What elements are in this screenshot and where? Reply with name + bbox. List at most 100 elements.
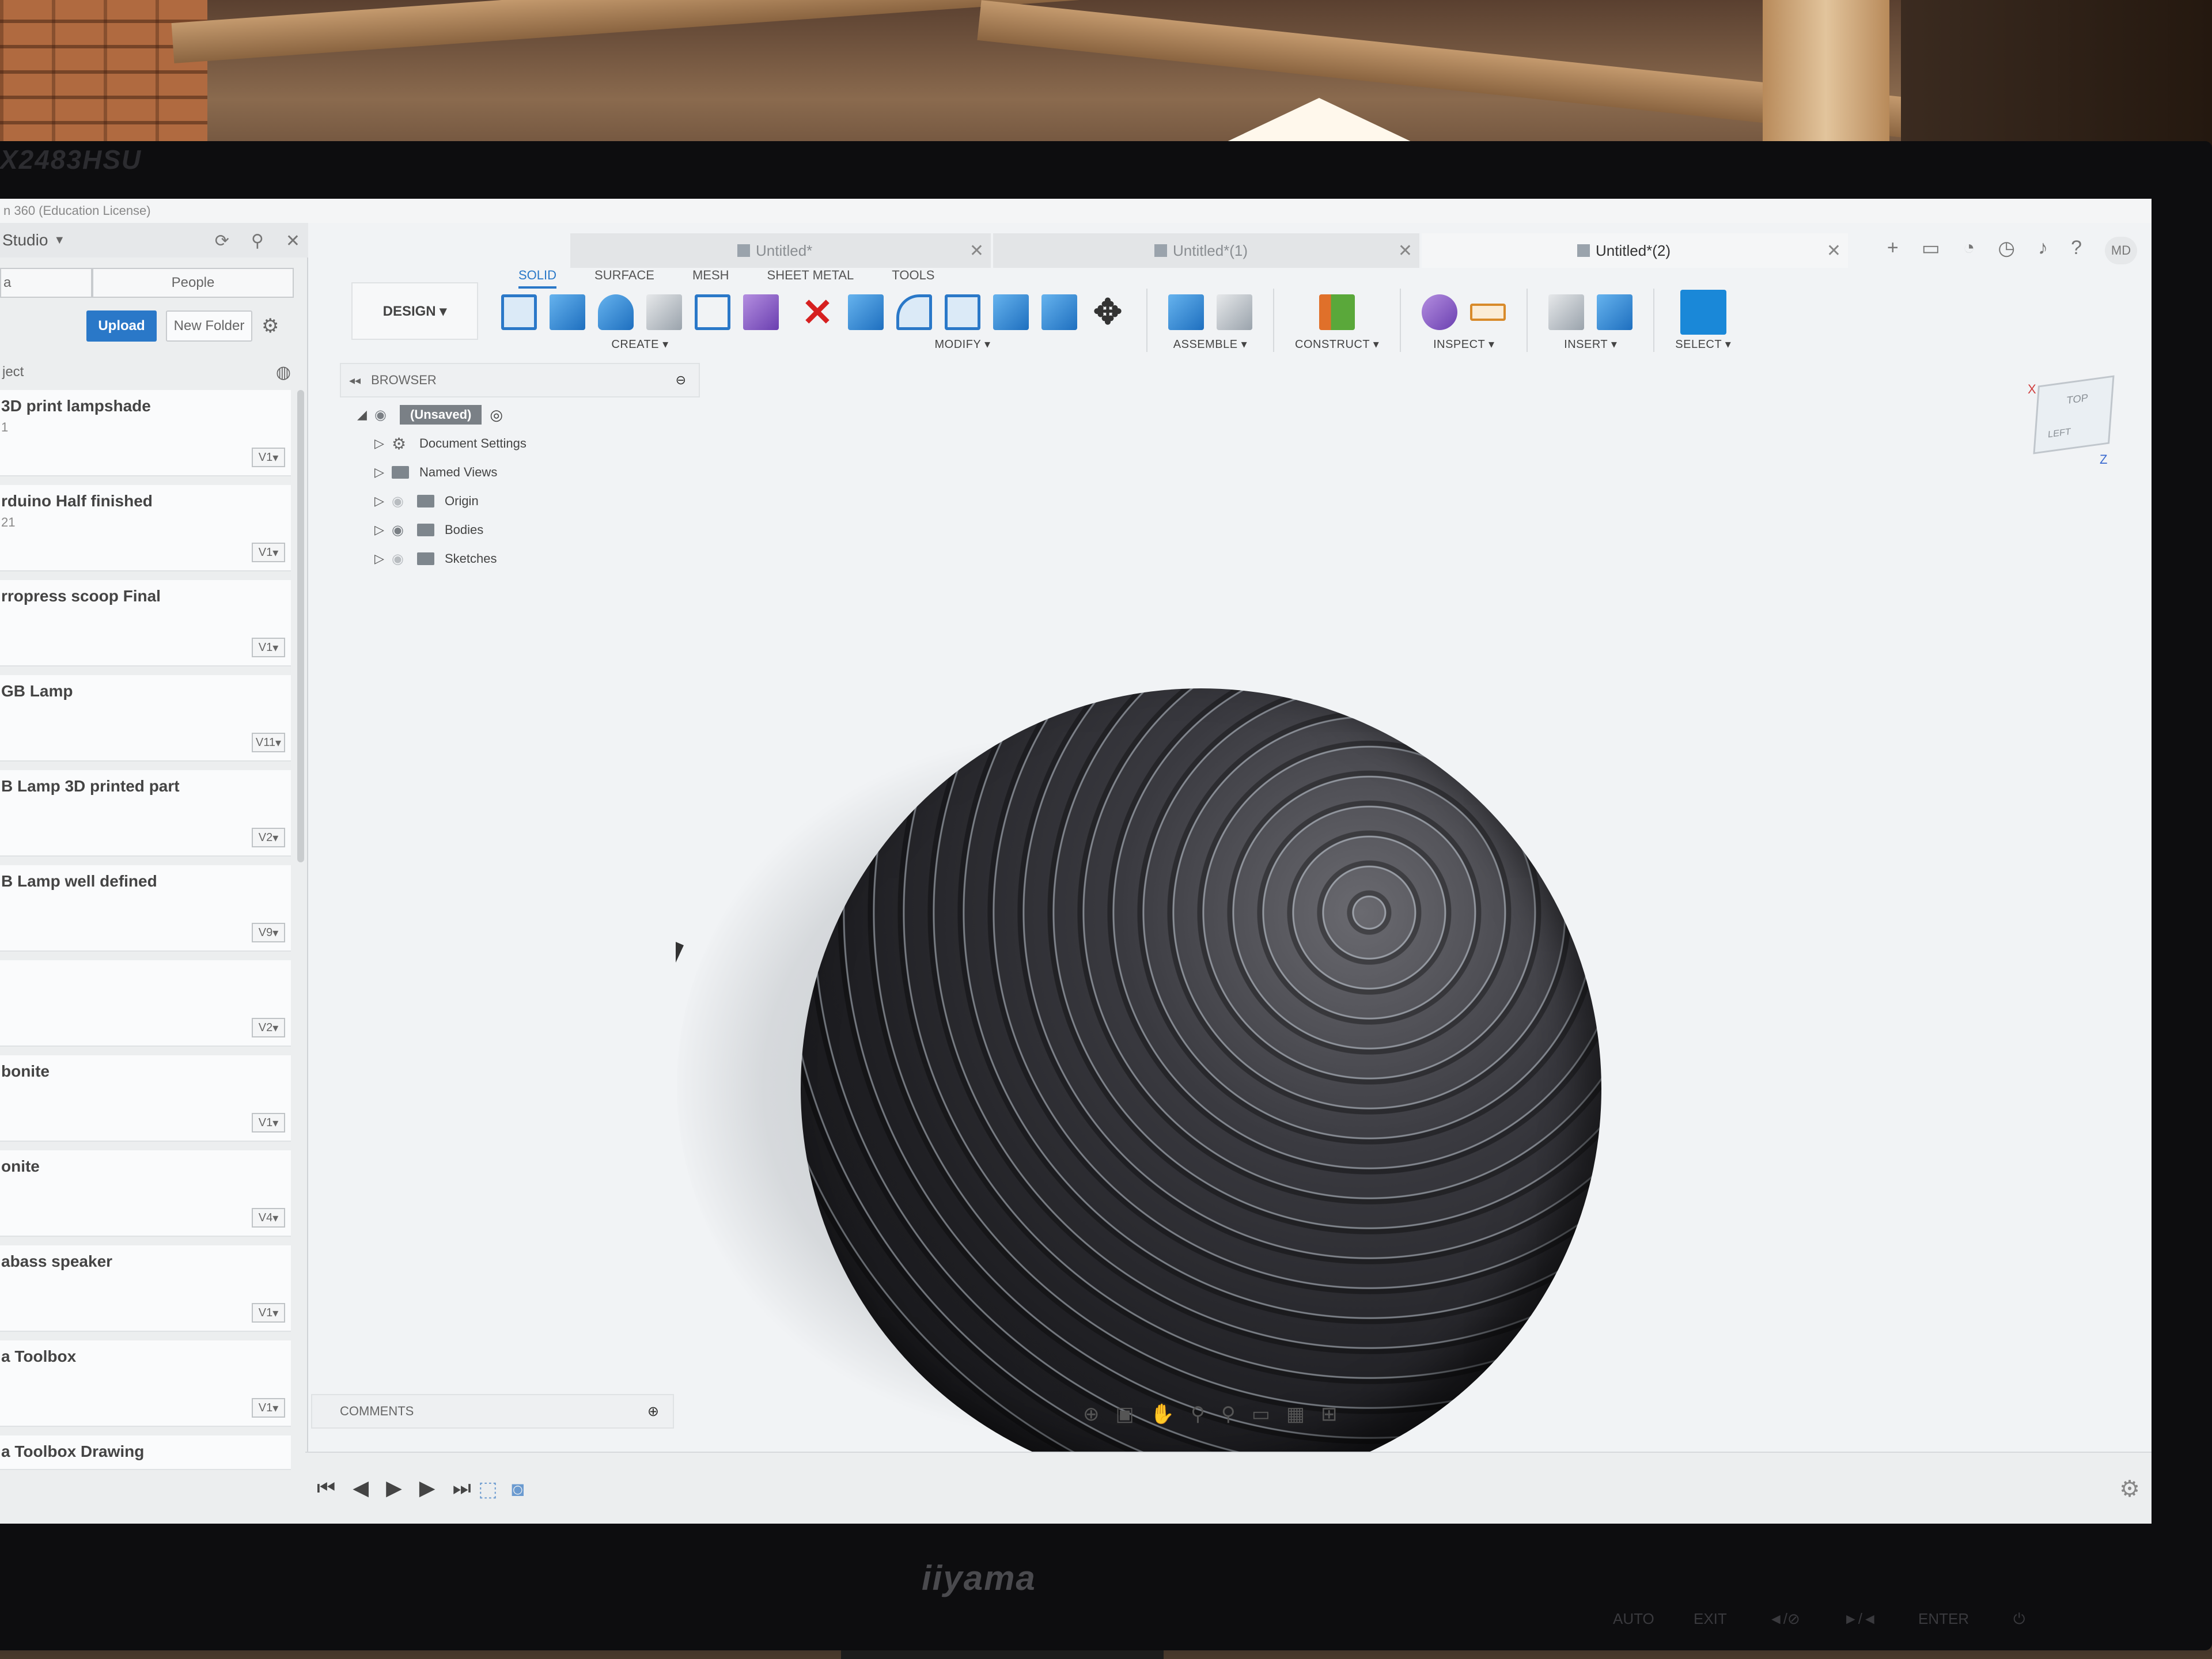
play-icon[interactable]: ▶ <box>386 1476 402 1501</box>
bell-icon[interactable]: ♪ <box>2038 237 2048 264</box>
file-item[interactable]: a Toolbox V1 ▾ <box>0 1340 291 1427</box>
insert-derive-icon[interactable] <box>1548 294 1585 330</box>
file-item[interactable]: onite V4 ▾ <box>0 1150 291 1237</box>
tree-node-document-settings[interactable]: ▷ ⚙ Document Settings <box>357 429 527 458</box>
avatar[interactable]: MD <box>2105 237 2137 264</box>
new-folder-button[interactable]: New Folder <box>166 310 252 342</box>
joint-icon[interactable] <box>1217 294 1252 330</box>
workspace-dropdown[interactable]: DESIGN ▾ <box>351 282 478 340</box>
version-dropdown[interactable]: V4 ▾ <box>252 1208 285 1228</box>
select-icon[interactable] <box>1680 290 1726 335</box>
revolve-icon[interactable] <box>598 294 634 330</box>
form-icon[interactable] <box>743 294 779 330</box>
close-icon[interactable]: ✕ <box>1827 241 1841 261</box>
activate-radio-icon[interactable]: ◎ <box>490 406 503 424</box>
viewports-icon[interactable]: ⊞ <box>1321 1403 1338 1426</box>
display-settings-icon[interactable]: ▭ <box>1252 1403 1270 1426</box>
pan-hand-icon[interactable]: ✋ <box>1150 1403 1175 1426</box>
close-icon[interactable]: ✕ <box>286 231 300 251</box>
form-feature-icon[interactable]: ◙ <box>512 1477 524 1501</box>
tree-node-origin[interactable]: ▷ ◉ Origin <box>357 487 527 516</box>
move-icon[interactable]: ✥ <box>1090 293 1126 331</box>
pin-icon[interactable]: ⊖ <box>676 373 686 388</box>
expand-triangle-icon[interactable]: ◢ <box>357 407 374 422</box>
version-dropdown[interactable]: V9 ▾ <box>252 923 285 942</box>
upload-button[interactable]: Upload <box>86 310 157 342</box>
canvas-viewport[interactable]: TOP LEFT X Z <box>308 343 2152 1524</box>
visibility-eye-icon[interactable]: ◉ <box>392 551 417 567</box>
gear-icon[interactable]: ⚙ <box>2119 1476 2140 1502</box>
file-item[interactable]: rropress scoop Final V1 ▾ <box>0 580 291 666</box>
tab-data[interactable]: a <box>0 268 92 298</box>
close-icon[interactable]: ✕ <box>1398 241 1412 261</box>
look-at-icon[interactable]: ▣ <box>1116 1403 1134 1426</box>
shell-icon[interactable] <box>993 294 1029 330</box>
expand-triangle-icon[interactable]: ▷ <box>374 522 392 537</box>
tab-people[interactable]: People <box>92 268 294 298</box>
expand-triangle-icon[interactable]: ▷ <box>374 551 392 566</box>
version-dropdown[interactable]: V1 ▾ <box>252 1398 285 1418</box>
job-status-icon[interactable]: ◔ <box>1963 237 1975 264</box>
file-item[interactable]: V2 ▾ <box>0 960 291 1047</box>
tree-node-named-views[interactable]: ▷ Named Views <box>357 458 527 487</box>
globe-icon[interactable]: ◍ <box>276 362 291 382</box>
delete-icon[interactable]: ✕ <box>800 291 835 334</box>
sketch-feature-icon[interactable]: ⬚ <box>478 1477 498 1501</box>
search-icon[interactable]: ⚲ <box>251 231 264 251</box>
tab-untitled-2[interactable]: Untitled*(2) ✕ <box>1422 233 1848 268</box>
file-item[interactable]: B Lamp well defined V9 ▾ <box>0 865 291 952</box>
clock-icon[interactable]: ◷ <box>1998 237 2015 264</box>
go-to-end-icon[interactable]: ⏭ <box>452 1476 471 1501</box>
collapse-icon[interactable]: ◂◂ <box>349 373 361 388</box>
step-back-icon[interactable]: ◀ <box>353 1476 369 1501</box>
chamfer-icon[interactable] <box>945 294 980 330</box>
gear-icon[interactable]: ⚙ <box>262 315 279 338</box>
ribbed-sphere-body[interactable] <box>801 688 1601 1489</box>
expand-triangle-icon[interactable]: ▷ <box>374 436 392 451</box>
expand-triangle-icon[interactable]: ▷ <box>374 494 392 509</box>
version-dropdown[interactable]: V11 ▾ <box>252 733 285 752</box>
tab-surface[interactable]: SURFACE <box>594 268 654 289</box>
tab-mesh[interactable]: MESH <box>692 268 729 289</box>
expand-triangle-icon[interactable]: ▷ <box>374 465 392 480</box>
tab-untitled-1[interactable]: Untitled*(1) ✕ <box>993 233 1419 268</box>
view-cube[interactable]: TOP LEFT <box>2033 375 2115 454</box>
interference-icon[interactable] <box>1422 294 1458 330</box>
offset-plane-icon[interactable] <box>1319 294 1355 330</box>
add-comment-icon[interactable]: ⊕ <box>647 1403 659 1420</box>
file-item[interactable]: abass speaker V1 ▾ <box>0 1245 291 1332</box>
zoom-window-icon[interactable]: ⚲ <box>1221 1403 1236 1426</box>
version-dropdown[interactable]: V1 ▾ <box>252 1113 285 1132</box>
visibility-eye-icon[interactable]: ◉ <box>374 407 400 423</box>
file-item[interactable]: bonite V1 ▾ <box>0 1055 291 1142</box>
file-item[interactable]: 3D print lampshade 1 V1 ▾ <box>0 390 291 476</box>
zoom-icon[interactable]: ⚲ <box>1191 1403 1205 1426</box>
tab-solid[interactable]: SOLID <box>518 268 557 289</box>
close-icon[interactable]: ✕ <box>969 241 984 261</box>
version-dropdown[interactable]: V1 ▾ <box>252 1303 285 1323</box>
tab-sheet-metal[interactable]: SHEET METAL <box>767 268 854 289</box>
tree-node-sketches[interactable]: ▷ ◉ Sketches <box>357 544 527 573</box>
fillet-icon[interactable] <box>896 294 932 330</box>
extrude-icon[interactable] <box>550 294 585 330</box>
browser-panel-header[interactable]: ◂◂ BROWSER ⊖ <box>340 363 700 397</box>
version-dropdown[interactable]: V2 ▾ <box>252 1018 285 1037</box>
tab-untitled[interactable]: Untitled* ✕ <box>570 233 991 268</box>
visibility-eye-icon[interactable]: ◉ <box>392 522 417 539</box>
tree-node-bodies[interactable]: ▷ ◉ Bodies <box>357 516 527 544</box>
version-dropdown[interactable]: V1 ▾ <box>252 543 285 562</box>
file-item[interactable]: GB Lamp V11 ▾ <box>0 675 291 762</box>
comments-panel-header[interactable]: COMMENTS ⊕ <box>311 1394 674 1429</box>
data-panel-scrollbar[interactable] <box>297 390 304 862</box>
new-component-icon[interactable] <box>1168 294 1204 330</box>
insert-canvas-icon[interactable] <box>1597 294 1633 330</box>
combine-icon[interactable] <box>1041 294 1077 330</box>
file-item[interactable]: B Lamp 3D printed part V2 ▾ <box>0 770 291 857</box>
file-item[interactable]: a Toolbox Drawing <box>0 1435 291 1470</box>
file-item[interactable]: rduino Half finished 21 V1 ▾ <box>0 485 291 571</box>
extensions-icon[interactable]: ▭ <box>1922 237 1940 264</box>
version-dropdown[interactable]: V1 ▾ <box>252 448 285 467</box>
version-dropdown[interactable]: V2 ▾ <box>252 828 285 847</box>
version-dropdown[interactable]: V1 ▾ <box>252 638 285 657</box>
go-to-start-icon[interactable]: ⏮ <box>317 1476 335 1501</box>
